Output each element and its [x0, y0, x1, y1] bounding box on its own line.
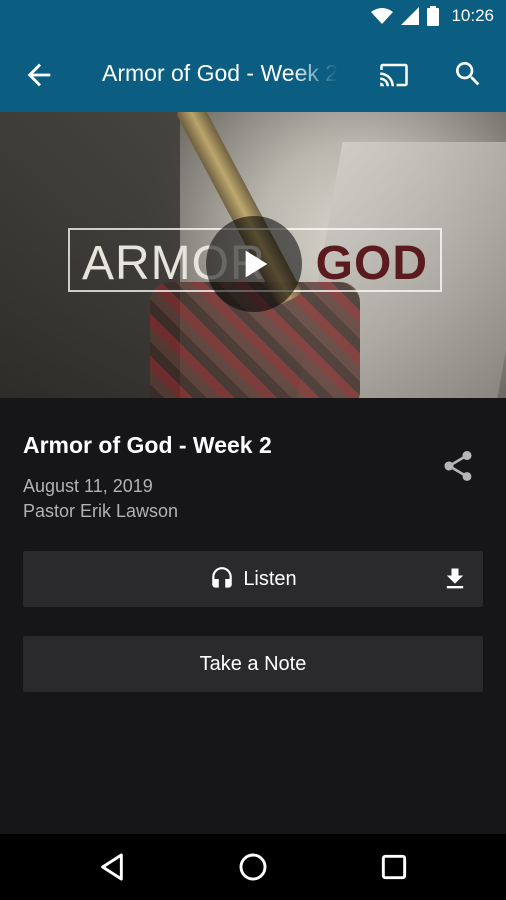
headphones-icon	[212, 567, 233, 588]
share-icon[interactable]	[440, 448, 476, 484]
home-circle-icon[interactable]	[237, 851, 269, 883]
signal-icon	[401, 7, 420, 25]
sermon-speaker: Pastor Erik Lawson	[23, 501, 179, 521]
download-icon[interactable]	[441, 565, 469, 593]
sermon-details: Armor of God - Week 2 August 11, 2019 Pa…	[0, 398, 506, 834]
system-nav-bar	[0, 834, 506, 900]
sermon-date: August 11, 2019	[23, 476, 153, 496]
take-note-button[interactable]: Take a Note	[23, 636, 483, 692]
take-note-label: Take a Note	[199, 652, 307, 675]
battery-icon	[427, 6, 440, 26]
search-icon[interactable]	[452, 58, 484, 90]
back-triangle-icon[interactable]	[96, 851, 128, 883]
wifi-icon	[371, 8, 394, 24]
cast-icon[interactable]	[376, 60, 412, 90]
logo-text-right: GOD	[315, 237, 428, 290]
sermon-title: Armor of God - Week 2	[23, 432, 272, 458]
sermon-video-thumbnail[interactable]: ARMOR GOD	[0, 112, 506, 398]
recents-square-icon[interactable]	[378, 851, 410, 883]
page-title: Armor of God - Week 2	[102, 60, 338, 86]
listen-label: Listen	[243, 567, 297, 590]
play-icon	[245, 250, 268, 278]
listen-button[interactable]: Listen	[23, 551, 483, 607]
app-bar: Armor of God - Week 2	[0, 36, 506, 112]
play-button[interactable]	[206, 216, 302, 312]
status-icons: 10:26	[371, 6, 494, 26]
status-bar: 10:26	[0, 0, 506, 36]
back-arrow-icon[interactable]	[22, 58, 56, 92]
status-time: 10:26	[451, 6, 494, 25]
